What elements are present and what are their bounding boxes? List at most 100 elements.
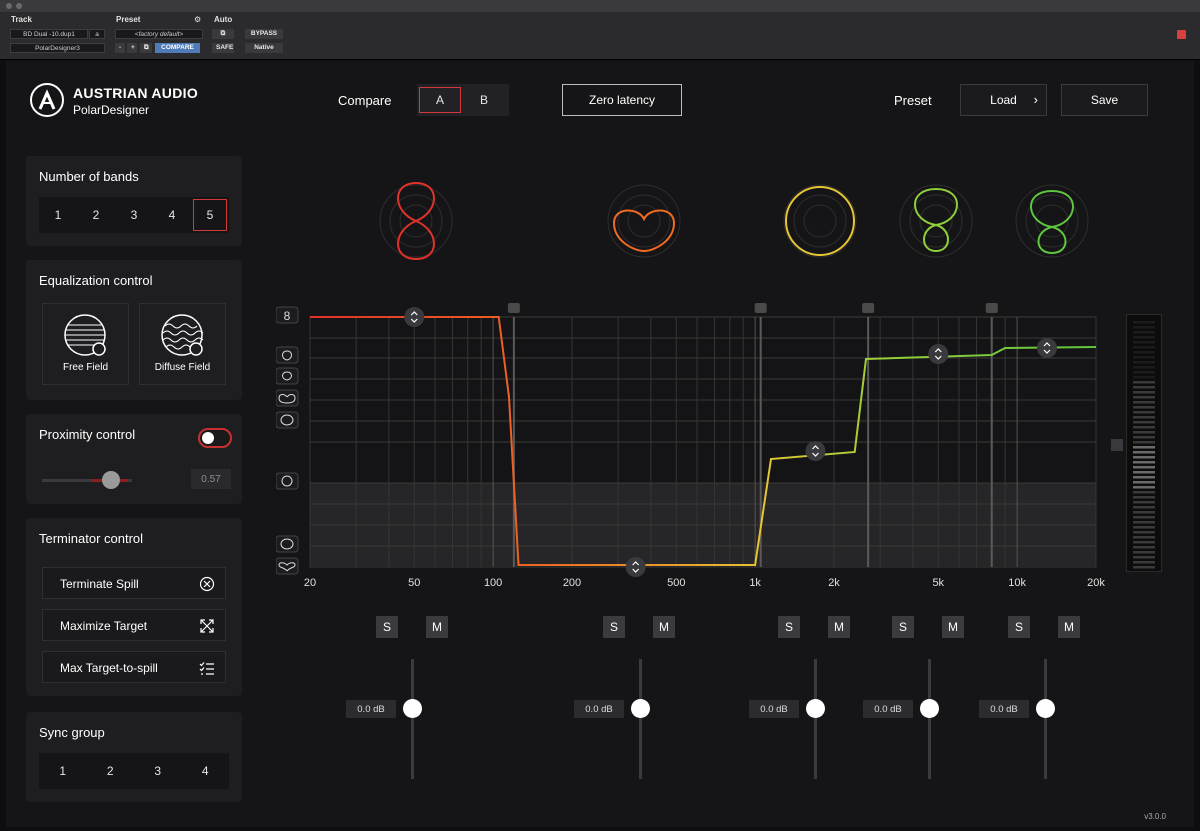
band-2-gain-value[interactable]: 0.0 dB	[574, 700, 624, 718]
band-1-gain-slider[interactable]: 0.0 dB	[346, 659, 431, 779]
band-3-solo-button[interactable]: S	[778, 616, 800, 638]
plugin-name-field[interactable]: PolarDesigner3	[10, 43, 105, 53]
omni-pattern-icon[interactable]	[276, 472, 299, 490]
band-3-polar-pattern[interactable]	[783, 184, 857, 258]
band-4-polar-pattern[interactable]	[899, 184, 973, 258]
compare-a-button[interactable]: A	[419, 87, 461, 113]
band-5-gain-knob[interactable]	[1036, 699, 1055, 718]
track-label: Track	[11, 15, 32, 24]
terminate-spill-button[interactable]: Terminate Spill	[42, 567, 226, 599]
host-close-icon[interactable]	[1177, 30, 1186, 39]
automation-icon[interactable]: ⧉	[212, 29, 234, 39]
band-2-polar-pattern[interactable]	[607, 184, 681, 258]
proximity-title: Proximity control	[39, 427, 136, 442]
diffuse-field-button[interactable]: Diffuse Field	[139, 303, 226, 385]
sync-group-2[interactable]: 2	[87, 753, 135, 789]
track-name-field[interactable]: BD Dual -10.dup1	[10, 29, 88, 39]
band-2-mute-button[interactable]: M	[653, 616, 675, 638]
cardioid-pattern-icon[interactable]	[276, 411, 299, 429]
free-field-button[interactable]: Free Field	[42, 303, 129, 385]
sync-group-1[interactable]: 1	[39, 753, 87, 789]
band-2-solo-button[interactable]: S	[603, 616, 625, 638]
wide-cardioid-pattern-icon[interactable]	[276, 389, 299, 407]
band-4-mute-button[interactable]: M	[942, 616, 964, 638]
band-5-polar-pattern[interactable]	[1015, 184, 1089, 258]
rev-hypercardioid-pattern-icon[interactable]	[276, 557, 299, 575]
x-tick-label: 5k	[932, 577, 944, 589]
load-button[interactable]: Load ›	[960, 84, 1047, 116]
band-3-gain-value[interactable]: 0.0 dB	[749, 700, 799, 718]
band-4-handle[interactable]	[928, 344, 949, 364]
max-target-to-spill-label: Max Target-to-spill	[60, 661, 158, 675]
native-button[interactable]: Native	[245, 43, 283, 53]
band-count-5[interactable]: 5	[193, 199, 227, 231]
copy-icon[interactable]: ⧉	[140, 43, 152, 53]
band-count-2[interactable]: 2	[77, 197, 115, 233]
band-1-gain-value[interactable]: 0.0 dB	[346, 700, 396, 718]
preset-field[interactable]: <factory default>	[115, 29, 203, 39]
track-channel-field[interactable]: a	[89, 29, 105, 39]
band-count-1[interactable]: 1	[39, 197, 77, 233]
save-button[interactable]: Save	[1061, 84, 1148, 116]
band-5-solo-button[interactable]: S	[1008, 616, 1030, 638]
meter-handle[interactable]	[1111, 439, 1123, 451]
window-minimize-dot[interactable]	[16, 3, 22, 9]
band-count-4[interactable]: 4	[153, 197, 191, 233]
band-1-solo-button[interactable]: S	[376, 616, 398, 638]
sync-group-4[interactable]: 4	[182, 753, 230, 789]
band-3-mute-button[interactable]: M	[828, 616, 850, 638]
terminator-panel: Terminator control Terminate Spill Maxim…	[26, 518, 242, 696]
band-5-gain-value[interactable]: 0.0 dB	[979, 700, 1029, 718]
band-3-gain-knob[interactable]	[806, 699, 825, 718]
band-5-mute-button[interactable]: M	[1058, 616, 1080, 638]
proximity-slider-knob[interactable]	[102, 471, 120, 489]
band-3-handle[interactable]	[805, 441, 826, 461]
band-5-handle[interactable]	[1036, 338, 1057, 358]
bands-title: Number of bands	[39, 169, 139, 184]
bypass-button[interactable]: BYPASS	[245, 29, 283, 39]
compare-host-button[interactable]: COMPARE	[155, 43, 200, 53]
band-2-gain-knob[interactable]	[631, 699, 650, 718]
sync-panel: Sync group 1 2 3 4	[26, 712, 242, 802]
preset-plus-button[interactable]: +	[127, 43, 137, 53]
brand: AUSTRIAN AUDIO PolarDesigner	[30, 81, 230, 121]
band-3-gain-slider[interactable]: 0.0 dB	[749, 659, 834, 779]
band-4-gain-value[interactable]: 0.0 dB	[863, 700, 913, 718]
sync-selector: 1 2 3 4	[39, 753, 229, 789]
band-1-handle[interactable]	[404, 307, 425, 327]
maximize-target-button[interactable]: Maximize Target	[42, 609, 226, 641]
rev-cardioid-pattern-icon[interactable]	[276, 535, 299, 553]
settings-icon[interactable]: ⚙	[194, 15, 201, 24]
x-tick-label: 100	[484, 577, 502, 589]
bands-panel: Number of bands 1 2 3 4 5	[26, 156, 242, 246]
zero-latency-button[interactable]: Zero latency	[562, 84, 682, 116]
band-count-3[interactable]: 3	[115, 197, 153, 233]
window-close-dot[interactable]	[6, 3, 12, 9]
safe-button[interactable]: SAFE	[212, 43, 234, 53]
preset-minus-button[interactable]: -	[115, 43, 125, 53]
x-tick-label: 500	[667, 577, 685, 589]
x-tick-label: 20k	[1087, 577, 1105, 589]
band-2-handle[interactable]	[625, 557, 646, 577]
diffuse-field-icon	[160, 314, 203, 356]
band-5-gain-slider[interactable]: 0.0 dB	[979, 659, 1064, 779]
proximity-toggle[interactable]	[198, 428, 232, 448]
terminator-title: Terminator control	[39, 531, 144, 546]
band-4-gain-knob[interactable]	[920, 699, 939, 718]
sync-group-3[interactable]: 3	[134, 753, 182, 789]
pattern-frequency-graph[interactable]: 8 20 50 100 200 500 1k 2k 5k 10k 20k	[276, 301, 1116, 601]
pattern-icons	[276, 346, 299, 575]
x-tick-label: 50	[408, 577, 420, 589]
max-target-to-spill-button[interactable]: Max Target-to-spill	[42, 651, 226, 683]
compare-b-button[interactable]: B	[461, 84, 507, 116]
band-1-polar-pattern[interactable]	[379, 181, 453, 261]
hypercardioid-pattern-icon[interactable]	[276, 346, 299, 364]
band-4-solo-button[interactable]: S	[892, 616, 914, 638]
band-4-gain-slider[interactable]: 0.0 dB	[863, 659, 948, 779]
band-1-mute-button[interactable]: M	[426, 616, 448, 638]
band-2-gain-slider[interactable]: 0.0 dB	[574, 659, 659, 779]
proximity-value[interactable]: 0.57	[191, 469, 231, 489]
supercardioid-pattern-icon[interactable]	[276, 367, 299, 385]
load-label: Load	[990, 93, 1017, 107]
band-1-gain-knob[interactable]	[403, 699, 422, 718]
